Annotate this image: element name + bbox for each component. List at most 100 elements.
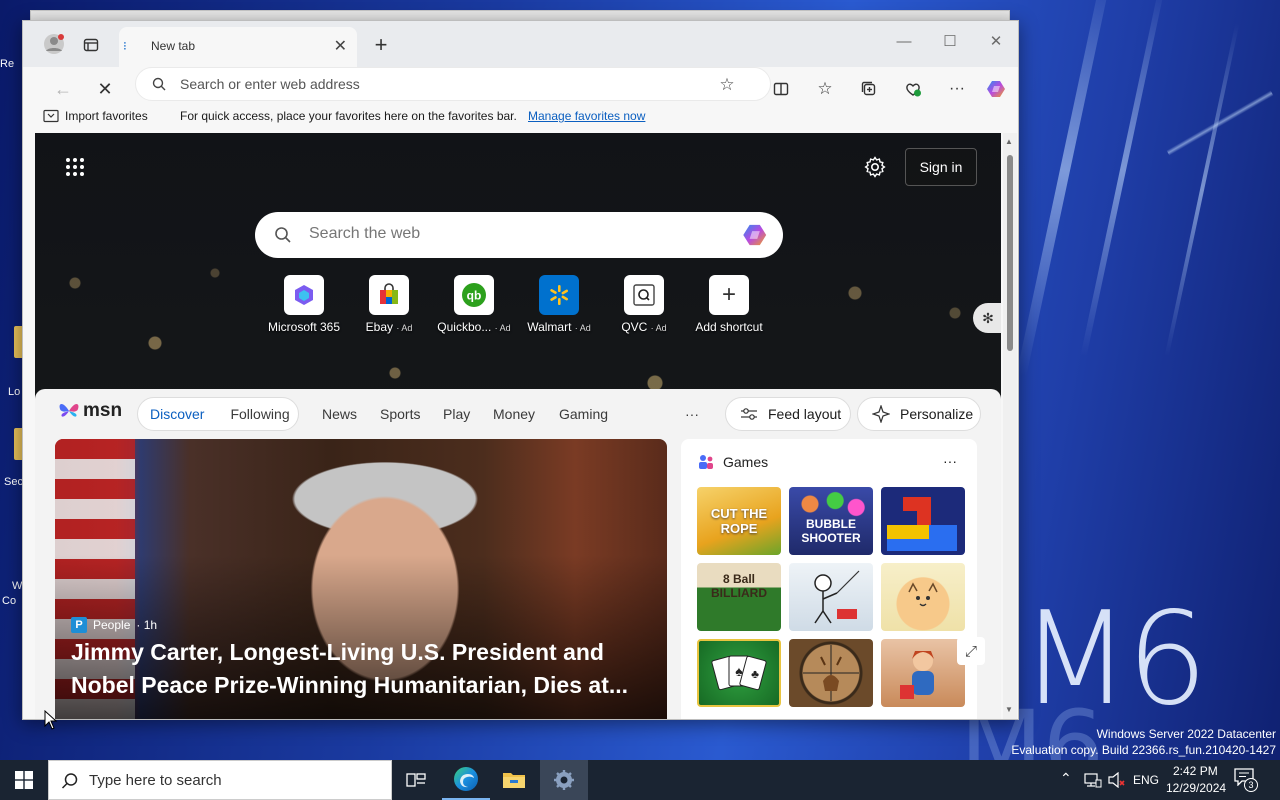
browser-essentials-icon[interactable] [899,75,927,103]
taskbar-search-input[interactable] [89,772,369,789]
game-blocks[interactable] [881,487,965,555]
scroll-thumb[interactable] [1007,155,1013,351]
tab-close-icon[interactable]: ✕ [334,36,347,56]
edge-browser-window: ⁝ New tab ✕ + — ☐ ✕ ← ✕ ☆ ··· ☆ [22,20,1019,720]
shortcut-ebay[interactable]: Ebay · Ad [341,275,437,334]
more-options-icon[interactable]: ··· [943,75,971,103]
feed-layout-button[interactable]: Feed layout [725,397,851,431]
tray-chevron-icon[interactable]: ⌃ [1060,770,1072,787]
add-favorite-star-icon[interactable]: ☆ [716,74,738,96]
action-center-button[interactable]: 3 [1234,768,1262,794]
game-deer-hunter[interactable] [789,639,873,707]
page-settings-gear-icon[interactable] [861,153,889,181]
shortcut-label: Quickbo... [437,320,492,334]
language-indicator[interactable]: ENG [1133,773,1159,787]
game-home-decor[interactable] [881,639,965,707]
games-more-icon[interactable]: ··· [943,453,957,469]
nav-play[interactable]: Play [443,406,470,422]
ebay-bag-icon [369,275,409,315]
close-button[interactable]: ✕ [973,29,1018,55]
network-icon[interactable] [1084,772,1102,788]
favorites-icon[interactable]: ☆ [811,75,839,103]
taskbar-edge-button[interactable] [442,760,490,800]
hero-news-card[interactable]: P People · 1h Jimmy Carter, Longest-Livi… [55,439,667,719]
game-bubble-shooter[interactable]: BUBBLE SHOOTER [789,487,873,555]
folder-icon [503,773,525,788]
tab-actions-icon[interactable] [79,33,103,57]
game-label: CUT THE ROPE [710,506,768,536]
web-search-input[interactable] [309,225,709,243]
mouse-cursor-icon [44,710,58,730]
taskbar-explorer-button[interactable] [490,760,538,800]
game-8-ball-billiard[interactable]: 8 Ball BILLIARD [697,563,781,631]
clock-date[interactable]: 12/29/2024 [1166,781,1226,795]
stickman-icon [814,570,860,624]
sliders-icon [741,408,757,420]
copilot-icon[interactable] [983,75,1011,103]
msn-logo[interactable]: msn [57,399,122,423]
games-header[interactable]: Games [697,453,768,471]
feed-layout-label: Feed layout [768,406,842,422]
minimize-button[interactable]: — [881,29,927,55]
scroll-up-arrow-icon[interactable]: ▲ [1005,137,1013,146]
new-tab-plus-icon[interactable]: + [367,31,395,59]
shortcut-label: QVC [621,320,648,334]
tab-title: New tab [151,39,196,53]
game-cut-the-rope[interactable]: CUT THE ROPE [697,487,781,555]
settings-gear-icon [554,770,574,790]
nav-money[interactable]: Money [493,406,535,422]
feed-tab-group: Discover Following [137,397,299,431]
tab-new-tab[interactable]: ⁝ New tab ✕ [119,27,357,67]
manage-favorites-link[interactable]: Manage favorites now [528,109,645,123]
address-bar: ☆ [135,67,771,101]
split-screen-icon[interactable] [767,75,795,103]
taskbar-settings-app-button[interactable] [540,760,588,800]
nav-more-icon[interactable]: ··· [685,406,699,422]
notification-count-badge: 3 [1244,778,1258,792]
shortcut-label: Walmart [527,320,572,334]
clock-time[interactable]: 2:42 PM [1173,764,1218,778]
tab-discover[interactable]: Discover [150,406,204,422]
task-view-icon [406,773,426,787]
desktop-icon-recycle[interactable]: Re [0,58,22,70]
sign-in-button[interactable]: Sign in [905,148,977,186]
expand-icon[interactable]: ⤢ [957,637,985,665]
shortcut-qvc[interactable]: QVC · Ad [596,275,692,334]
background-snowflake-icon[interactable]: ✻ [973,303,1001,333]
collections-icon[interactable] [855,75,883,103]
favorites-bar-message: For quick access, place your favorites h… [180,109,517,123]
address-input[interactable] [180,76,700,92]
game-cat-bees[interactable] [881,563,965,631]
task-view-button[interactable] [392,760,440,800]
tab-following[interactable]: Following [230,406,289,422]
search-copilot-icon[interactable] [741,220,771,250]
import-favorites-button[interactable]: Import favorites [43,109,148,123]
apps-launcher-icon[interactable] [65,153,85,181]
windows-watermark: Windows Server 2022 Datacenter Evaluatio… [1011,726,1276,758]
shortcut-microsoft-365[interactable]: Microsoft 365 [256,275,352,334]
back-arrow-icon[interactable]: ← [49,75,77,103]
import-icon [43,109,59,123]
stop-loading-icon[interactable]: ✕ [91,75,119,103]
scroll-down-arrow-icon[interactable]: ▼ [1005,705,1013,714]
game-solitaire[interactable]: ♠ ♣ [697,639,781,707]
nav-gaming[interactable]: Gaming [559,406,608,422]
shortcut-ad-badge: · Ad [494,323,511,333]
nav-sports[interactable]: Sports [380,406,420,422]
volume-muted-icon[interactable] [1108,772,1126,788]
profile-avatar-icon[interactable] [41,31,67,57]
maximize-button[interactable]: ☐ [927,29,973,55]
shortcut-add[interactable]: + Add shortcut [681,275,777,334]
m365-icon [284,275,324,315]
cat-face-icon [908,582,938,607]
shortcut-walmart[interactable]: Walmart · Ad [511,275,607,334]
page-scrollbar[interactable]: ▲ ▼ [1003,133,1017,719]
watermark-edition: Windows Server 2022 Datacenter [1096,727,1276,741]
start-button[interactable] [0,760,48,800]
svg-text:♠: ♠ [735,663,743,679]
hero-headline[interactable]: Jimmy Carter, Longest-Living U.S. Presid… [71,636,651,702]
nav-news[interactable]: News [322,406,357,422]
personalize-button[interactable]: Personalize [857,397,981,431]
game-thief-puzzle[interactable] [789,563,873,631]
shortcut-quickbooks[interactable]: qb Quickbo... · Ad [426,275,522,334]
